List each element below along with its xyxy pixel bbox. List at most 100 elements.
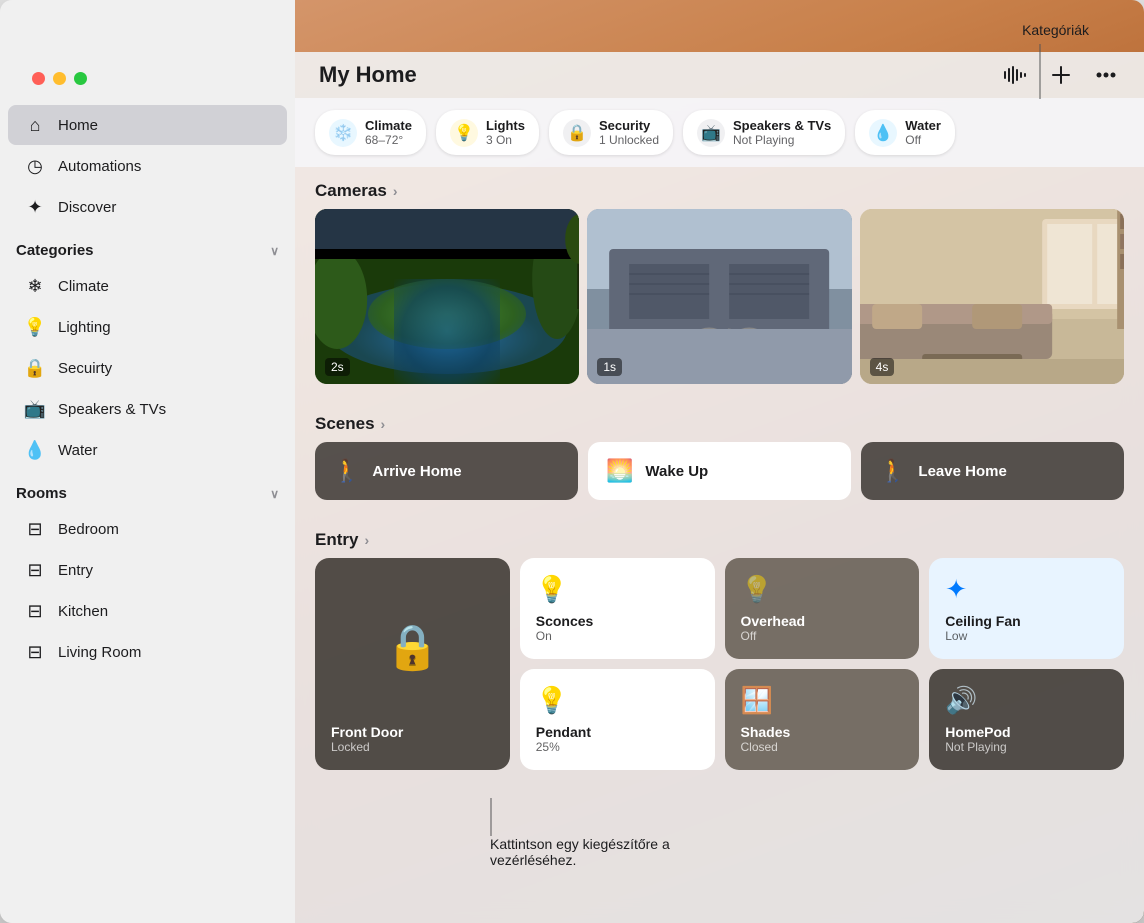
- sidebar-item-kitchen[interactable]: ⊟ Kitchen: [8, 591, 287, 631]
- bedroom-icon: ⊟: [24, 518, 46, 540]
- sidebar-item-climate[interactable]: ❄ Climate: [8, 266, 287, 306]
- close-button[interactable]: [32, 72, 45, 85]
- leave-home-label: Leave Home: [918, 463, 1006, 480]
- sidebar-item-entry[interactable]: ⊟ Entry: [8, 550, 287, 590]
- sidebar-item-label: Water: [58, 442, 97, 459]
- scenes-chevron: ›: [381, 416, 386, 432]
- rooms-section-header[interactable]: Rooms ∨: [0, 471, 295, 508]
- chip-speakers[interactable]: 📺 Speakers & TVs Not Playing: [683, 110, 845, 155]
- camera-tile-2[interactable]: 1s: [587, 209, 851, 384]
- arrive-home-label: Arrive Home: [372, 463, 461, 480]
- shades-subtitle: Closed: [741, 740, 904, 754]
- chip-climate[interactable]: ❄️ Climate 68–72°: [315, 110, 426, 155]
- camera-1-image: [315, 209, 579, 384]
- chip-lights[interactable]: 💡 Lights 3 On: [436, 110, 539, 155]
- chip-lights-icon: 💡: [450, 119, 478, 147]
- tile-overhead[interactable]: 💡 Overhead Off: [725, 558, 920, 659]
- wake-up-label: Wake Up: [645, 463, 708, 480]
- overhead-title: Overhead: [741, 613, 904, 629]
- sidebar-item-label: Home: [58, 117, 98, 134]
- main-header: My Home: [295, 52, 1144, 98]
- sconces-title: Sconces: [536, 613, 699, 629]
- tile-front-door[interactable]: 🔒 Front Door Locked: [315, 558, 510, 770]
- tile-ceiling-fan[interactable]: ✦ Ceiling Fan Low: [929, 558, 1124, 659]
- wake-up-icon: 🌅: [606, 458, 633, 484]
- chip-speakers-value: Not Playing: [733, 133, 831, 147]
- sidebar-item-security[interactable]: 🔒 Secuirty: [8, 348, 287, 388]
- home-icon: ⌂: [24, 114, 46, 136]
- living-room-icon: ⊟: [24, 641, 46, 663]
- sidebar-item-speakers[interactable]: 📺 Speakers & TVs: [8, 389, 287, 429]
- scenes-row: 🚶 Arrive Home 🌅 Wake Up 🚶 Leave Home: [295, 442, 1144, 516]
- sidebar: ⌂ Home ◷ Automations ✦ Discover Categori…: [0, 0, 295, 923]
- entry-tiles-grid: 🔒 Front Door Locked 💡 Sconces On: [295, 558, 1144, 790]
- chip-water[interactable]: 💧 Water Off: [855, 110, 955, 155]
- tile-shades[interactable]: 🪟 Shades Closed: [725, 669, 920, 770]
- overhead-icon: 💡: [741, 574, 773, 605]
- sidebar-item-label: Lighting: [58, 319, 111, 336]
- entry-icon: ⊟: [24, 559, 46, 581]
- entry-section-header[interactable]: Entry ›: [295, 516, 1144, 558]
- scene-wake-up[interactable]: 🌅 Wake Up: [588, 442, 851, 500]
- homepod-icon: 🔊: [945, 685, 977, 716]
- scene-arrive-home[interactable]: 🚶 Arrive Home: [315, 442, 578, 500]
- minimize-button[interactable]: [53, 72, 66, 85]
- categories-section-header[interactable]: Categories ∨: [0, 228, 295, 265]
- rooms-chevron: ∨: [270, 487, 279, 501]
- chip-lights-label: Lights: [486, 118, 525, 133]
- sidebar-item-water[interactable]: 💧 Water: [8, 430, 287, 470]
- front-door-icon: 🔒: [331, 574, 494, 720]
- sidebar-item-label: Secuirty: [58, 360, 112, 377]
- camera-tile-3[interactable]: 4s: [860, 209, 1124, 384]
- sidebar-item-lighting[interactable]: 💡 Lighting: [8, 307, 287, 347]
- tile-pendant[interactable]: 💡 Pendant 25%: [520, 669, 715, 770]
- camera-3-image: [860, 209, 1124, 384]
- chip-water-icon: 💧: [869, 119, 897, 147]
- security-icon: 🔒: [24, 357, 46, 379]
- sconces-icon: 💡: [536, 574, 568, 605]
- chip-security-icon: 🔒: [563, 119, 591, 147]
- chip-water-label: Water: [905, 118, 941, 133]
- main-body: ❄️ Climate 68–72° 💡 Lights 3 On: [295, 98, 1144, 923]
- sidebar-traffic-lights: [0, 52, 295, 104]
- sidebar-item-label: Kitchen: [58, 603, 108, 620]
- ceiling-fan-icon: ✦: [945, 574, 967, 605]
- status-chips: ❄️ Climate 68–72° 💡 Lights 3 On: [295, 98, 1144, 167]
- waveform-button[interactable]: [1000, 62, 1030, 88]
- chip-security[interactable]: 🔒 Security 1 Unlocked: [549, 110, 673, 155]
- camera-2-image: [587, 209, 851, 384]
- chip-climate-label: Climate: [365, 118, 412, 133]
- sidebar-item-living-room[interactable]: ⊟ Living Room: [8, 632, 287, 672]
- sidebar-item-label: Bedroom: [58, 521, 119, 538]
- sidebar-item-automations[interactable]: ◷ Automations: [8, 146, 287, 186]
- camera-grid: 2s: [295, 209, 1144, 400]
- more-button[interactable]: [1092, 68, 1120, 82]
- tile-sconces[interactable]: 💡 Sconces On: [520, 558, 715, 659]
- shades-title: Shades: [741, 724, 904, 740]
- scene-leave-home[interactable]: 🚶 Leave Home: [861, 442, 1124, 500]
- scenes-section-header[interactable]: Scenes ›: [295, 400, 1144, 442]
- pendant-icon: 💡: [536, 685, 568, 716]
- sidebar-item-home[interactable]: ⌂ Home: [8, 105, 287, 145]
- tile-homepod[interactable]: 🔊 HomePod Not Playing: [929, 669, 1124, 770]
- climate-icon: ❄: [24, 275, 46, 297]
- page-title: My Home: [319, 62, 417, 88]
- categories-label: Categories: [16, 242, 94, 259]
- add-button[interactable]: [1048, 62, 1074, 88]
- arrive-home-icon: 🚶: [333, 458, 360, 484]
- header-actions: [1000, 62, 1120, 88]
- sconces-subtitle: On: [536, 629, 699, 643]
- fullscreen-button[interactable]: [74, 72, 87, 85]
- camera-3-timestamp: 4s: [870, 358, 895, 376]
- sidebar-item-label: Speakers & TVs: [58, 401, 166, 418]
- sidebar-item-bedroom[interactable]: ⊟ Bedroom: [8, 509, 287, 549]
- homepod-subtitle: Not Playing: [945, 740, 1108, 754]
- scenes-section-title: Scenes: [315, 414, 375, 434]
- water-icon: 💧: [24, 439, 46, 461]
- camera-tile-1[interactable]: 2s: [315, 209, 579, 384]
- chip-water-value: Off: [905, 133, 941, 147]
- camera-1-timestamp: 2s: [325, 358, 350, 376]
- cameras-section-header[interactable]: Cameras ›: [295, 167, 1144, 209]
- kitchen-icon: ⊟: [24, 600, 46, 622]
- sidebar-item-discover[interactable]: ✦ Discover: [8, 187, 287, 227]
